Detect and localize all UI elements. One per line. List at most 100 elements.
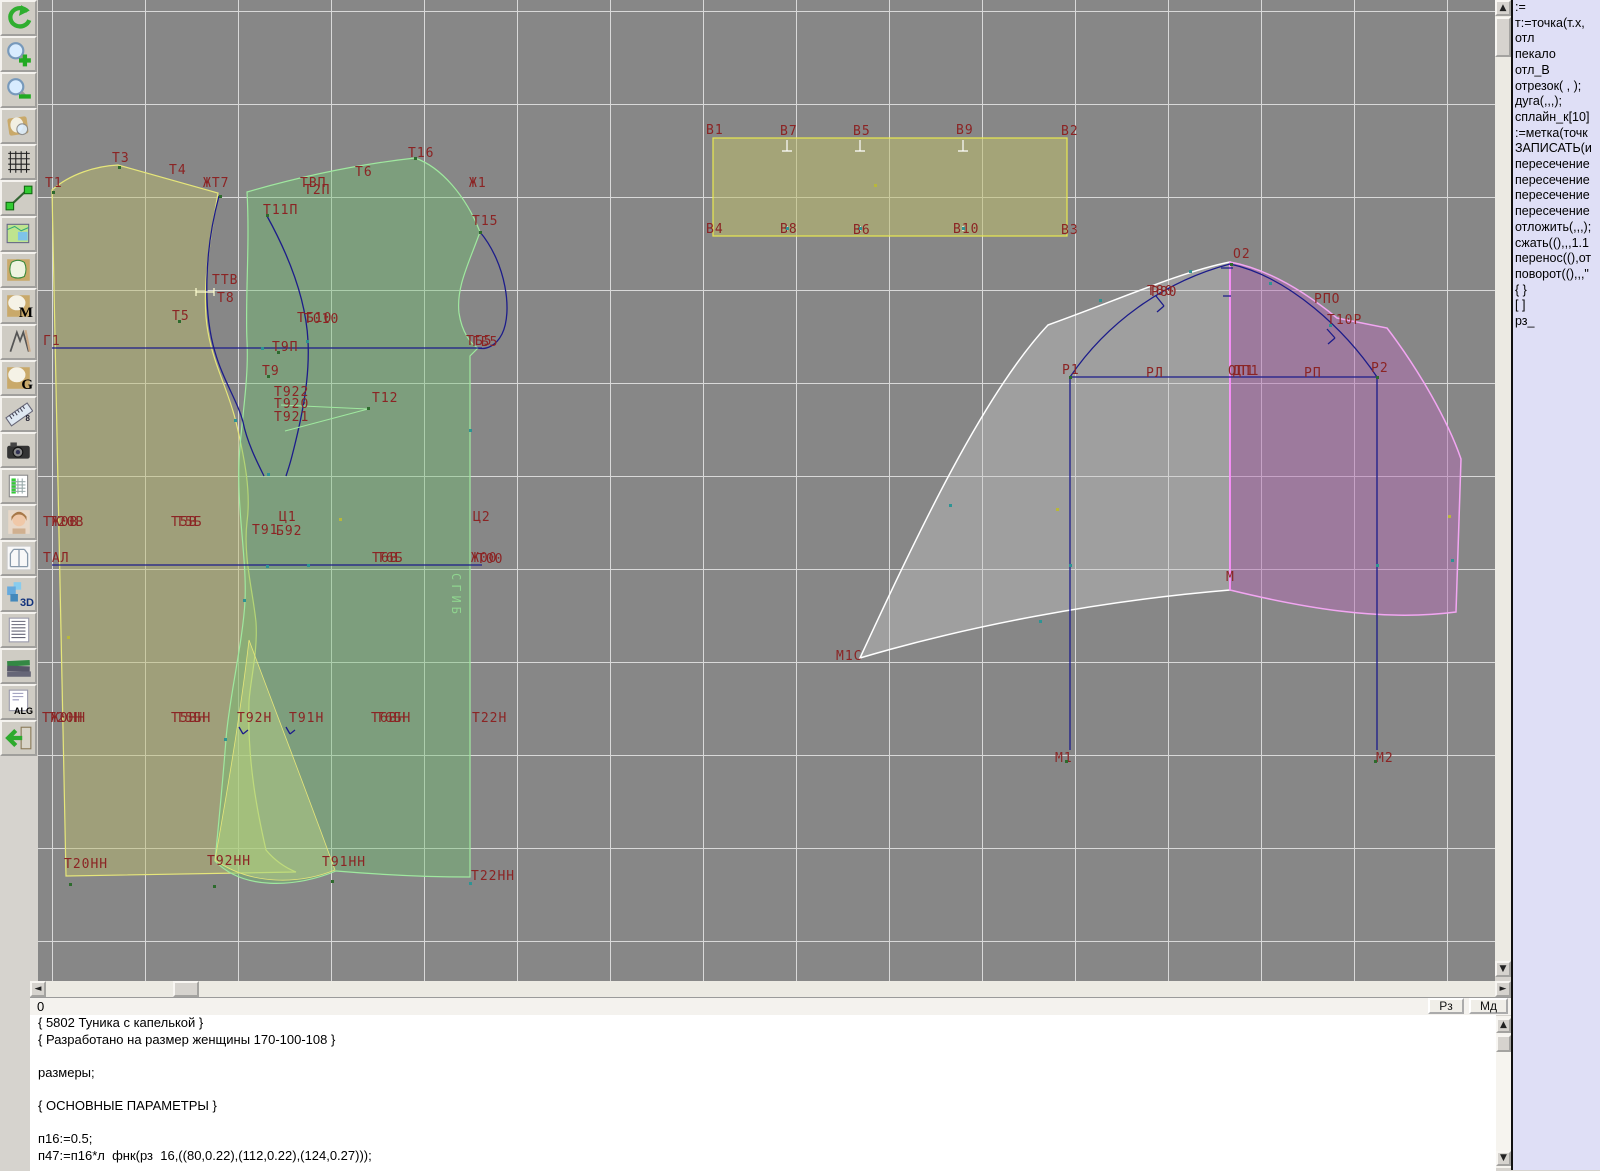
- point-label-Т12[interactable]: Т12: [372, 391, 398, 406]
- point-label-ДП1[interactable]: ДП1: [1233, 364, 1259, 379]
- point-marker[interactable]: [469, 429, 472, 432]
- function-list-item[interactable]: отрезок( , );: [1513, 79, 1600, 95]
- point-label-М[interactable]: М: [1226, 570, 1235, 585]
- point-marker[interactable]: [224, 738, 227, 741]
- md-button[interactable]: Мд: [1469, 998, 1508, 1014]
- point-label-Т6БН[interactable]: Т6БН: [376, 711, 411, 726]
- point-label-М1С[interactable]: М1С: [836, 649, 862, 664]
- point-marker[interactable]: [67, 636, 70, 639]
- rz-button[interactable]: Рз: [1428, 998, 1464, 1014]
- point-marker[interactable]: [1448, 515, 1451, 518]
- camera-icon[interactable]: [0, 432, 37, 468]
- ruler-icon[interactable]: 8: [0, 396, 37, 432]
- point-label-В6[interactable]: В6: [853, 223, 871, 238]
- point-label-ТТВ[interactable]: ТТВ: [212, 273, 238, 288]
- scroll-up-icon[interactable]: ▲: [1495, 0, 1511, 16]
- view-piece-icon[interactable]: [0, 108, 37, 144]
- point-marker[interactable]: [213, 885, 216, 888]
- canvas-hscrollbar[interactable]: ◄ ►: [30, 981, 1511, 997]
- point-marker[interactable]: [1230, 263, 1233, 266]
- function-list-item[interactable]: рз_: [1513, 314, 1600, 330]
- point-label-В9[interactable]: В9: [956, 123, 974, 138]
- function-list-item[interactable]: пекало: [1513, 47, 1600, 63]
- scroll-down-icon[interactable]: ▼: [1495, 961, 1511, 977]
- point-marker[interactable]: [1269, 282, 1272, 285]
- pieces-icon[interactable]: [0, 252, 37, 288]
- point-label-РЛ[interactable]: РЛ: [1146, 366, 1164, 381]
- point-marker[interactable]: [267, 473, 270, 476]
- point-marker[interactable]: [306, 340, 309, 343]
- function-list-item[interactable]: отл_В: [1513, 63, 1600, 79]
- point-marker[interactable]: [367, 407, 370, 410]
- point-label-Ж1[interactable]: Ж1: [469, 176, 487, 191]
- point-marker[interactable]: [234, 419, 237, 422]
- point-marker[interactable]: [1039, 620, 1042, 623]
- point-marker[interactable]: [1099, 299, 1102, 302]
- point-marker[interactable]: [1376, 376, 1379, 379]
- zoom-out-icon[interactable]: [0, 72, 37, 108]
- function-list-item[interactable]: пересечение: [1513, 157, 1600, 173]
- sleeve-back-half[interactable]: [860, 262, 1230, 658]
- undo-icon[interactable]: [0, 0, 37, 36]
- function-list-item[interactable]: перенос((),от: [1513, 251, 1600, 267]
- point-marker[interactable]: [178, 320, 181, 323]
- point-label-В10[interactable]: В10: [953, 222, 979, 237]
- point-label-Г1[interactable]: Г1: [43, 334, 61, 349]
- list-icon[interactable]: [0, 612, 37, 648]
- threed-icon[interactable]: 3D: [0, 576, 37, 612]
- point-marker[interactable]: [874, 184, 877, 187]
- point-label-В2[interactable]: В2: [1061, 124, 1079, 139]
- point-label-В1[interactable]: В1: [706, 123, 724, 138]
- hscroll-thumb[interactable]: [173, 981, 199, 997]
- point-label-Т15[interactable]: Т15: [472, 214, 498, 229]
- function-list-item[interactable]: дуга(,,,);: [1513, 94, 1600, 110]
- jacket-icon[interactable]: [0, 540, 37, 576]
- books-icon[interactable]: [0, 648, 37, 684]
- function-list-item[interactable]: пересечение: [1513, 204, 1600, 220]
- point-marker[interactable]: [1374, 760, 1377, 763]
- function-list-item[interactable]: { }: [1513, 283, 1600, 299]
- point-marker[interactable]: [267, 375, 270, 378]
- point-label-Т16[interactable]: Т16: [408, 146, 434, 161]
- point-label-Т921[interactable]: Т921: [274, 410, 309, 425]
- size-table-icon[interactable]: [0, 468, 37, 504]
- function-list-item[interactable]: пересечение: [1513, 173, 1600, 189]
- point-label-ГБ5[interactable]: ГБ5: [472, 335, 498, 350]
- point-label-Ц1[interactable]: Ц1: [279, 510, 297, 525]
- point-marker[interactable]: [1056, 508, 1059, 511]
- point-label-О2[interactable]: О2: [1233, 247, 1251, 262]
- point-label-Т1[interactable]: Т1: [45, 176, 63, 191]
- point-label-М2[interactable]: М2: [1376, 751, 1394, 766]
- canvas-vscrollbar[interactable]: ▲ ▼: [1495, 0, 1511, 977]
- point-marker[interactable]: [1069, 376, 1072, 379]
- point-label-Т92Н[interactable]: Т92Н: [237, 711, 272, 726]
- console-vscrollbar[interactable]: ▲ ▼: [1496, 1016, 1511, 1168]
- point-label-Т5БН[interactable]: Т5БН: [176, 711, 211, 726]
- point-marker[interactable]: [1376, 564, 1379, 567]
- point-marker[interactable]: [1069, 564, 1072, 567]
- point-label-Т6Б[interactable]: Т6Б: [377, 551, 403, 566]
- point-label-В5[interactable]: В5: [853, 124, 871, 139]
- grid-icon[interactable]: [0, 144, 37, 180]
- function-list-item[interactable]: :=: [1513, 0, 1600, 16]
- segment-icon[interactable]: [0, 180, 37, 216]
- point-label-Т2П[interactable]: Т2П: [304, 183, 330, 198]
- point-label-В3[interactable]: В3: [1061, 223, 1079, 238]
- scroll-down-icon[interactable]: ▼: [1496, 1151, 1511, 1166]
- point-marker[interactable]: [331, 880, 334, 883]
- point-marker[interactable]: [118, 166, 121, 169]
- point-label-Т9[interactable]: Т9: [262, 364, 280, 379]
- function-list-item[interactable]: отл: [1513, 31, 1600, 47]
- point-marker[interactable]: [1451, 559, 1454, 562]
- vscroll-thumb[interactable]: [1495, 17, 1511, 57]
- scroll-left-icon[interactable]: ◄: [30, 981, 46, 997]
- point-label-Б92[interactable]: Б92: [276, 524, 302, 539]
- exit-icon[interactable]: [0, 720, 37, 756]
- point-label-Т00[interactable]: Т00: [477, 552, 503, 567]
- function-list-item[interactable]: т:=точка(т.х,: [1513, 16, 1600, 32]
- point-marker[interactable]: [277, 351, 280, 354]
- point-marker[interactable]: [261, 347, 264, 350]
- alg-icon[interactable]: ALG: [0, 684, 37, 720]
- point-marker[interactable]: [786, 227, 789, 230]
- scroll-up-icon[interactable]: ▲: [1496, 1018, 1511, 1033]
